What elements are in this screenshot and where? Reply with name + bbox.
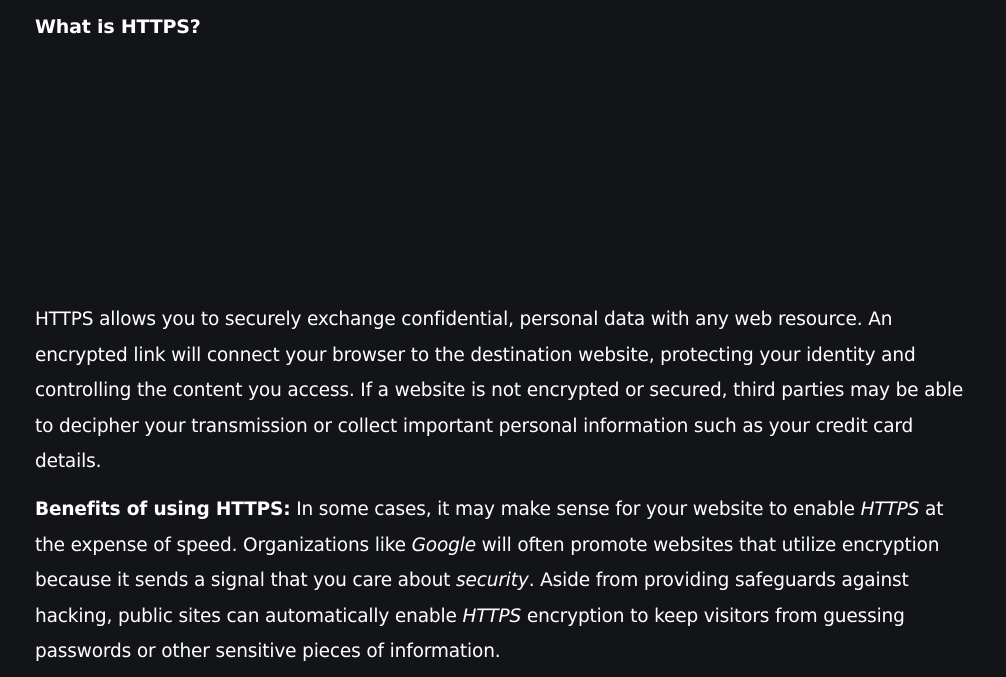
embedded-media-placeholder [35, 55, 965, 285]
benefits-lead: Benefits of using HTTPS: [35, 499, 291, 520]
intro-paragraph: HTTPS allows you to securely exchange co… [35, 309, 964, 472]
emphasis-security: security [456, 570, 529, 591]
benefits-text-1: In some cases, it may make sense for you… [290, 499, 861, 520]
emphasis-https-2: HTTPS [462, 605, 522, 627]
section-heading: What is HTTPS? [35, 16, 201, 38]
emphasis-https-1: HTTPS [860, 499, 920, 520]
benefits-paragraph: Benefits of using HTTPS: In some cases, … [35, 492, 965, 670]
emphasis-google: Google [411, 534, 476, 556]
